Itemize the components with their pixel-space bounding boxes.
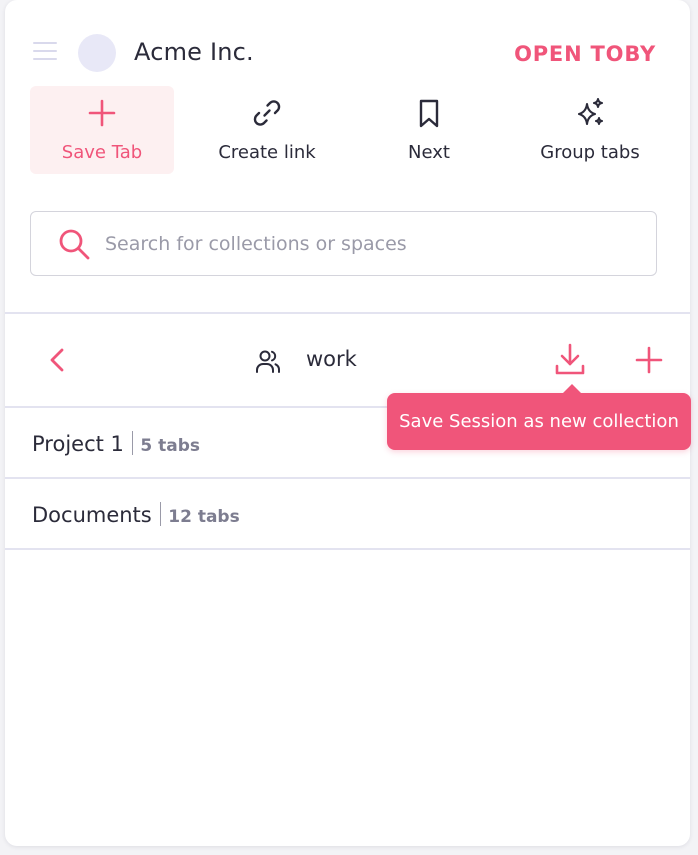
add-collection-button[interactable] [633, 344, 665, 376]
collection-row-documents[interactable]: Documents 12 tabs [5, 479, 690, 549]
collection-name: Project 1 [32, 432, 124, 456]
save-tab-label: Save Tab [61, 142, 143, 163]
search-box[interactable] [30, 211, 657, 276]
tooltip-arrow [562, 384, 582, 394]
org-avatar[interactable] [78, 34, 116, 72]
save-session-tooltip: Save Session as new collection [387, 393, 691, 450]
collection-name: Documents [32, 503, 152, 527]
next-button[interactable]: Next [357, 86, 501, 174]
header: Acme Inc. OPEN TOBY [5, 0, 690, 84]
menu-icon[interactable] [33, 42, 57, 64]
bookmark-icon [419, 99, 439, 128]
link-icon [253, 100, 281, 126]
collection-tab-count: 12 tabs [168, 507, 240, 527]
collection-tab-count: 5 tabs [140, 436, 201, 456]
group-tabs-label: Group tabs [540, 142, 640, 163]
sparkles-icon [577, 97, 604, 126]
org-name[interactable]: Acme Inc. [134, 38, 254, 66]
search-input[interactable] [105, 222, 635, 266]
separator [159, 502, 162, 526]
users-icon [256, 350, 280, 373]
divider [5, 548, 690, 550]
save-tab-button[interactable]: Save Tab [30, 86, 174, 174]
create-link-label: Create link [218, 142, 316, 163]
space-name[interactable]: work [306, 347, 357, 371]
open-toby-button[interactable]: OPEN TOBY [514, 42, 656, 66]
toby-popup-panel: Acme Inc. OPEN TOBY Save Tab Create link [5, 0, 691, 846]
action-toolbar: Save Tab Create link Next Group tabs [30, 86, 670, 174]
search-icon [59, 229, 90, 260]
back-button[interactable] [43, 344, 71, 376]
group-tabs-button[interactable]: Group tabs [518, 86, 662, 174]
plus-icon [88, 99, 116, 127]
create-link-button[interactable]: Create link [195, 86, 339, 174]
separator [131, 431, 134, 455]
save-session-button[interactable] [553, 342, 587, 378]
next-label: Next [408, 142, 450, 163]
